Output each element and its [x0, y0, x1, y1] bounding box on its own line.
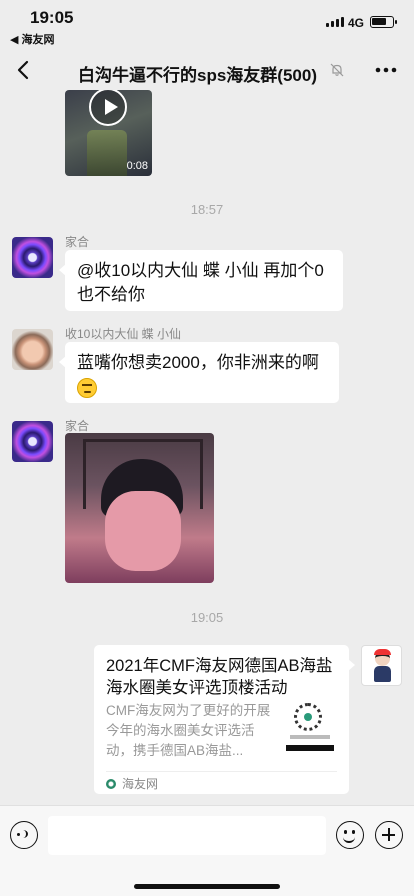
sender-name: 家合: [65, 235, 90, 249]
more-icon[interactable]: [374, 60, 398, 80]
sender-name: 收10以内大仙 蝶 小仙: [65, 327, 182, 341]
link-card-thumbnail: [282, 701, 336, 755]
status-bar: 19:05 ◀ 海友网 4G: [0, 0, 414, 48]
status-time: 19:05: [30, 8, 74, 27]
source-name: 海友网: [122, 777, 159, 791]
photo-content: [105, 491, 181, 571]
my-avatar[interactable]: [361, 645, 402, 686]
video-thumbnail: [87, 130, 127, 176]
sweat-smile-emoji-icon: [77, 377, 97, 398]
message-input[interactable]: [48, 816, 326, 855]
time-separator: 18:57: [190, 202, 224, 217]
avatar[interactable]: [12, 237, 53, 278]
voice-icon[interactable]: [10, 821, 38, 849]
link-card-description: CMF海友网为了更好的开展今年的海水圈美女评选活动，携手德国AB海盐...: [106, 703, 271, 758]
input-bar: [0, 805, 414, 896]
mute-bell-icon: [330, 63, 344, 77]
battery-level: [372, 18, 386, 25]
play-icon[interactable]: [89, 90, 127, 126]
sender-name: 家合: [65, 419, 90, 433]
back-to-app-link[interactable]: ◀ 海友网: [10, 31, 55, 47]
avatar[interactable]: [12, 329, 53, 370]
link-card-title: 2021年CMF海友网德国AB海盐海水圈美女评选顶楼活动: [106, 657, 333, 697]
chat-title: 白沟牛逼不行的sps海友群(500): [78, 66, 317, 85]
video-duration: 0:08: [126, 160, 148, 172]
video-message[interactable]: 0:08: [65, 90, 152, 176]
message-text: @收10以内大仙 蝶 小仙 再加个0也不给你: [77, 261, 324, 304]
back-icon[interactable]: [12, 58, 36, 82]
time-separator: 19:05: [190, 610, 224, 625]
plus-icon[interactable]: [375, 821, 403, 849]
link-card-source: 海友网: [106, 775, 158, 792]
photo-message[interactable]: [65, 433, 214, 583]
message-text: 蓝嘴你想卖2000，你非洲来的啊: [77, 353, 319, 372]
avatar[interactable]: [12, 421, 53, 462]
network-type: 4G: [348, 16, 365, 30]
emoji-icon[interactable]: [336, 821, 364, 849]
message-bubble[interactable]: @收10以内大仙 蝶 小仙 再加个0也不给你: [59, 250, 343, 311]
source-logo-icon: [106, 778, 116, 789]
message-bubble[interactable]: 蓝嘴你想卖2000，你非洲来的啊: [59, 342, 339, 403]
battery-icon: [370, 16, 397, 28]
divider: [106, 771, 337, 772]
signal-icon: [326, 17, 344, 27]
home-indicator: [134, 884, 280, 889]
link-card[interactable]: 2021年CMF海友网德国AB海盐海水圈美女评选顶楼活动 CMF海友网为了更好的…: [94, 645, 355, 794]
chat-header: 白沟牛逼不行的sps海友群(500): [0, 48, 414, 94]
